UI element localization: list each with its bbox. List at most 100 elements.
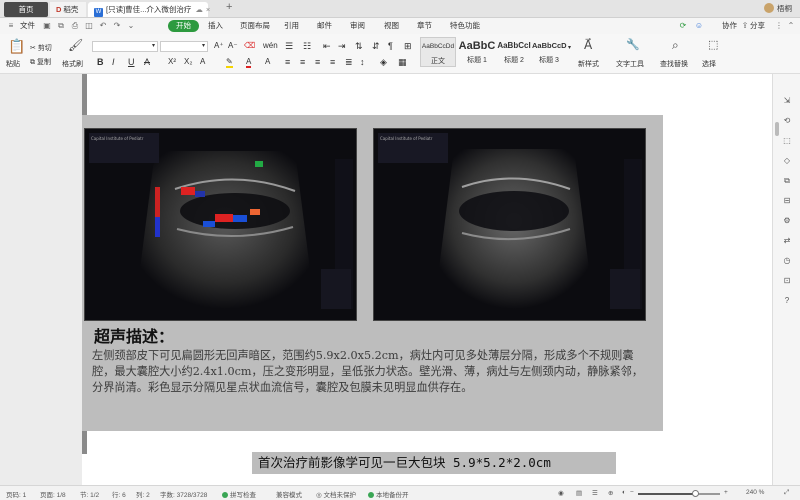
more-options-icon[interactable]: ⋮: [774, 21, 784, 31]
settings-panel-icon[interactable]: ⚙: [782, 216, 792, 226]
view-page-icon[interactable]: ◉: [558, 489, 564, 497]
new-style-icon[interactable]: A⃗: [584, 38, 592, 52]
align-right-icon[interactable]: ≡: [315, 57, 320, 67]
vertical-scrollbar[interactable]: [775, 122, 779, 136]
shape-panel-icon[interactable]: ◇: [782, 156, 792, 166]
paste-icon[interactable]: 📋: [8, 38, 25, 55]
protect-status[interactable]: ◎ 文档未保护: [316, 489, 356, 499]
format-painter-icon[interactable]: 🖌: [68, 38, 83, 52]
menu-layout[interactable]: 页面布局: [236, 20, 274, 32]
cut-button[interactable]: ✂ 剪切: [30, 43, 52, 53]
style-heading-1[interactable]: AaBbC 标题 1: [458, 37, 496, 67]
menu-view[interactable]: 视图: [380, 20, 403, 32]
shrink-font-icon[interactable]: A⁻: [228, 41, 238, 50]
style-panel-icon[interactable]: ⟲: [782, 116, 792, 126]
tab-document[interactable]: W [只读]曹佳...介入微创治疗 ☁ ×: [88, 2, 210, 17]
redo-icon[interactable]: ↷: [112, 21, 122, 31]
collapse-ribbon-icon[interactable]: ⌃: [786, 21, 796, 31]
borders-icon[interactable]: ▦: [398, 57, 407, 68]
tab-docer[interactable]: D 稻壳: [50, 2, 86, 17]
underline-icon[interactable]: U: [128, 57, 135, 67]
zoom-in-icon[interactable]: +: [724, 489, 728, 496]
font-family-select[interactable]: ▾: [92, 41, 158, 52]
zoom-out-icon[interactable]: −: [630, 489, 634, 496]
export-icon[interactable]: ⧉: [56, 21, 66, 31]
tab-home[interactable]: 首页: [4, 2, 48, 17]
text-direction-icon[interactable]: ⇅: [355, 41, 363, 52]
nav-panel-icon[interactable]: ⊟: [782, 196, 792, 206]
style-heading-3[interactable]: AaBbCcD 标题 3: [532, 37, 567, 67]
status-words[interactable]: 字数: 3728/3728: [160, 489, 207, 499]
menu-review[interactable]: 审阅: [346, 20, 369, 32]
backup-status[interactable]: 本地备份开: [368, 489, 409, 499]
view-print-icon[interactable]: ▤: [576, 489, 582, 497]
new-style-button[interactable]: 新样式: [578, 59, 599, 69]
clear-format-icon[interactable]: ⌫: [244, 41, 255, 50]
fit-page-icon[interactable]: ⤢: [784, 489, 789, 497]
style-normal[interactable]: AaBbCcDd 正文: [420, 37, 456, 67]
close-tab-icon[interactable]: ×: [206, 5, 210, 14]
collapse-panel-icon[interactable]: ⇲: [782, 96, 792, 106]
collab-button[interactable]: 协作: [718, 20, 741, 32]
print-icon[interactable]: ⎙: [70, 21, 80, 31]
format-painter-button[interactable]: 格式刷: [62, 59, 83, 69]
justify-icon[interactable]: ≡: [330, 57, 335, 67]
menu-home[interactable]: 开始: [168, 20, 199, 32]
menu-features[interactable]: 特色功能: [446, 20, 484, 32]
menu-icon[interactable]: ≡: [6, 21, 16, 31]
comment-panel-icon[interactable]: ⊡: [782, 276, 792, 286]
shading-icon[interactable]: ◈: [380, 57, 387, 68]
distributed-icon[interactable]: ≣: [345, 57, 353, 68]
zoom-level[interactable]: 240 %: [746, 489, 764, 496]
align-left-icon[interactable]: ≡: [285, 57, 290, 67]
find-replace-button[interactable]: 查找替换: [660, 59, 688, 69]
sort-icon[interactable]: ⇵: [372, 41, 380, 52]
help-panel-icon[interactable]: ?: [782, 296, 792, 306]
zoom-slider-thumb[interactable]: [692, 490, 700, 497]
copy-button[interactable]: ⧉ 复制: [30, 57, 51, 67]
text-effect-icon[interactable]: A: [200, 57, 205, 66]
text-tools-button[interactable]: 文字工具: [616, 59, 644, 69]
subscript-icon[interactable]: X₂: [184, 57, 192, 66]
zoom-slider[interactable]: [638, 490, 720, 497]
history-panel-icon[interactable]: ◷: [782, 256, 792, 266]
menu-references[interactable]: 引用: [280, 20, 303, 32]
user-area[interactable]: 梧桐: [764, 3, 792, 14]
share-button[interactable]: 分享: [746, 20, 769, 32]
paste-button[interactable]: 粘贴: [6, 59, 20, 69]
menu-mailings[interactable]: 邮件: [313, 20, 336, 32]
font-color-icon[interactable]: A: [246, 57, 252, 68]
superscript-icon[interactable]: X²: [168, 57, 176, 66]
table-icon[interactable]: ⊞: [404, 41, 412, 52]
spell-check-toggle[interactable]: 拼写检查: [222, 489, 256, 499]
search-icon[interactable]: ⌕: [672, 38, 679, 53]
eye-protect-icon[interactable]: ◐: [622, 489, 626, 496]
property-panel-icon[interactable]: ⧉: [782, 176, 792, 186]
new-tab-button[interactable]: +: [226, 1, 232, 13]
select-icon[interactable]: ⬚: [708, 38, 718, 51]
line-spacing-icon[interactable]: ↕: [360, 57, 365, 67]
show-marks-icon[interactable]: ¶: [388, 41, 393, 51]
highlight-icon[interactable]: ✎: [226, 57, 233, 68]
grow-font-icon[interactable]: A⁺: [214, 41, 224, 50]
increase-indent-icon[interactable]: ⇥: [338, 41, 346, 52]
styles-more-icon[interactable]: ▾: [568, 44, 571, 51]
char-border-icon[interactable]: A: [265, 57, 270, 66]
phonetic-icon[interactable]: wén: [263, 41, 278, 50]
collab-icon[interactable]: ☺: [694, 21, 704, 31]
sync-icon[interactable]: ⟳: [678, 21, 688, 31]
undo-icon[interactable]: ↶: [98, 21, 108, 31]
bullets-icon[interactable]: ☰: [285, 41, 293, 52]
view-web-icon[interactable]: ⊕: [608, 489, 613, 497]
wrench-icon[interactable]: 🔧: [626, 38, 640, 51]
font-size-select[interactable]: ▾: [160, 41, 208, 52]
status-pages[interactable]: 页面: 1/8: [40, 489, 66, 499]
italic-icon[interactable]: I: [112, 57, 115, 67]
translate-panel-icon[interactable]: ⇄: [782, 236, 792, 246]
document-page[interactable]: Capital Institute of Pediatr Capital Ins…: [82, 74, 772, 485]
align-center-icon[interactable]: ≡: [300, 57, 305, 67]
preview-icon[interactable]: ◫: [84, 21, 94, 31]
menu-file[interactable]: 文件: [16, 20, 39, 32]
strikethrough-icon[interactable]: A: [144, 57, 150, 67]
menu-sections[interactable]: 章节: [413, 20, 436, 32]
